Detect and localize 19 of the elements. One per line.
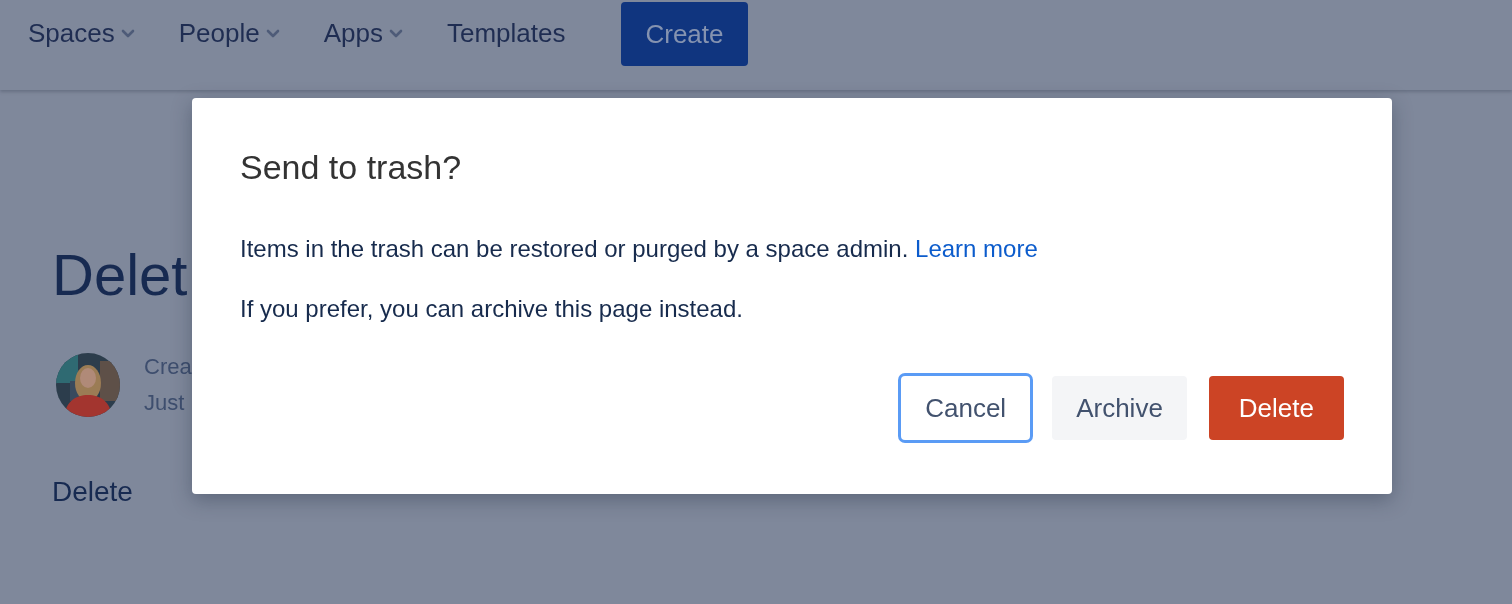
dialog-message: If you prefer, you can archive this page instead. <box>240 294 744 324</box>
dialog-button[interactable]: Cancel <box>901 376 1031 440</box>
page-body-text: Delete <box>52 476 133 508</box>
meta-text: Just <box>144 389 186 417</box>
chevron-down-icon <box>265 29 280 38</box>
learn-more-link[interactable]: Learn more <box>915 235 1038 262</box>
dialog-button[interactable]: Delete <box>1208 376 1344 440</box>
nav-item[interactable]: Spaces <box>28 18 135 49</box>
dialog-title: Send to trash? <box>240 147 463 188</box>
dialog-message: Items in the trash can be restored or purged by a space admin. Learn more <box>240 234 1039 264</box>
dialog-button[interactable]: Archive <box>1052 376 1187 440</box>
page-title: Delet <box>52 241 188 309</box>
chevron-down-icon <box>120 29 135 38</box>
nav-item[interactable]: People <box>178 18 280 49</box>
chevron-down-icon <box>388 29 403 38</box>
create-button[interactable]: Create <box>621 2 748 66</box>
meta-text: Crea <box>144 353 192 381</box>
nav-item[interactable]: Templates <box>446 18 566 49</box>
nav-item[interactable]: Apps <box>323 18 403 49</box>
